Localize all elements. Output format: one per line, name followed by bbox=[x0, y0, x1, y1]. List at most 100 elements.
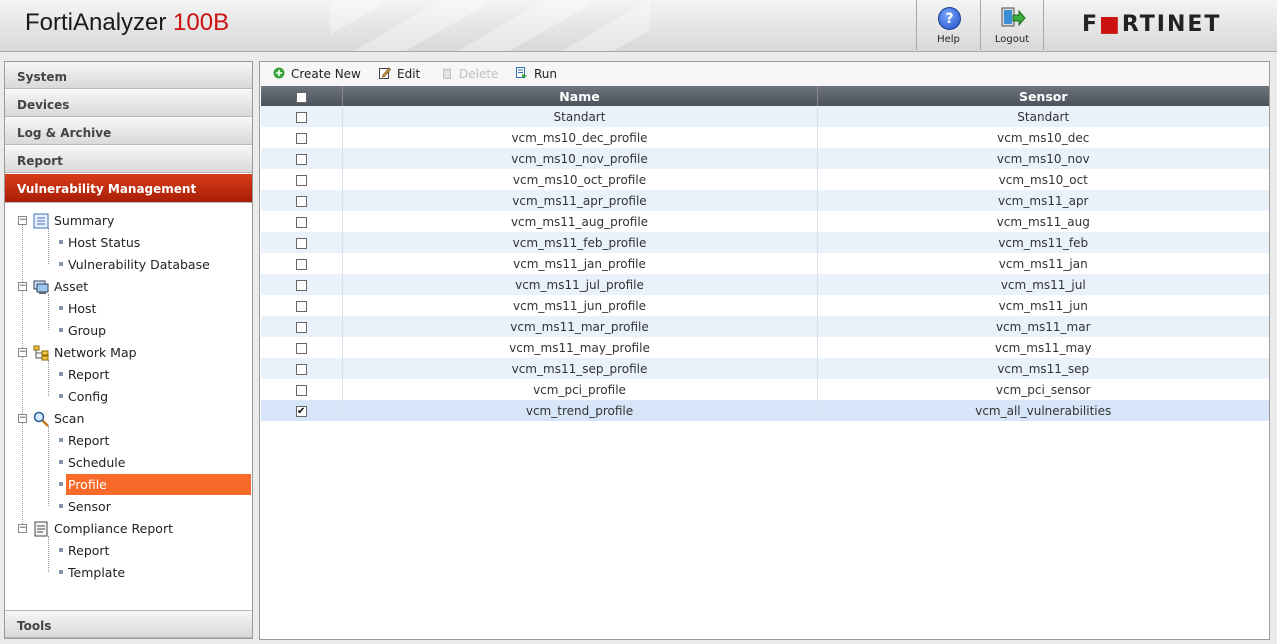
tree-vulnerability-database[interactable]: Vulnerability Database bbox=[68, 254, 210, 275]
collapse-toggle[interactable]: − bbox=[18, 414, 27, 423]
tree-scan[interactable]: Scan bbox=[54, 408, 84, 429]
profile-name-cell: vcm_ms11_sep_profile bbox=[341, 358, 817, 379]
tree-host[interactable]: Host bbox=[68, 298, 96, 319]
row-checkbox[interactable] bbox=[295, 195, 307, 207]
table-row[interactable]: vcm_ms10_nov_profile vcm_ms10_nov bbox=[261, 148, 1269, 169]
profile-name-cell: Standart bbox=[341, 106, 817, 127]
select-all-checkbox[interactable] bbox=[295, 91, 307, 103]
row-checkbox[interactable] bbox=[295, 111, 307, 123]
profile-name-cell: vcm_ms11_may_profile bbox=[341, 337, 817, 358]
tree-compliance-report-report[interactable]: Report bbox=[68, 540, 109, 561]
profile-name-cell: vcm_ms10_oct_profile bbox=[341, 169, 817, 190]
table-row[interactable]: vcm_ms11_mar_profile vcm_ms11_mar bbox=[261, 316, 1269, 337]
table-row[interactable]: vcm_ms11_jul_profile vcm_ms11_jul bbox=[261, 274, 1269, 295]
column-header-name[interactable]: Name bbox=[341, 86, 817, 106]
nav-tools[interactable]: Tools bbox=[5, 610, 252, 638]
profile-table: Name Sensor Standart Standart vcm_ms10_dec… bbox=[261, 86, 1269, 421]
tree-scan-schedule[interactable]: Schedule bbox=[68, 452, 125, 473]
row-checkbox[interactable] bbox=[295, 342, 307, 354]
bullet-icon bbox=[59, 306, 63, 310]
collapse-toggle[interactable]: − bbox=[18, 524, 27, 533]
sensor-cell: vcm_pci_sensor bbox=[816, 379, 1269, 400]
row-checkbox[interactable] bbox=[295, 258, 307, 270]
create-new-label: Create New bbox=[291, 67, 361, 81]
row-checkbox[interactable] bbox=[295, 216, 307, 228]
plus-icon bbox=[273, 67, 285, 79]
collapse-toggle[interactable]: − bbox=[18, 216, 27, 225]
fortinet-logo: F■RTINET bbox=[1082, 12, 1222, 37]
tree-host-status[interactable]: Host Status bbox=[68, 232, 140, 253]
create-new-button[interactable]: Create New bbox=[273, 67, 361, 81]
tree-scan-sensor[interactable]: Sensor bbox=[68, 496, 111, 517]
row-select-cell bbox=[261, 106, 342, 127]
run-button[interactable]: Run bbox=[516, 67, 557, 81]
table-row[interactable]: vcm_ms11_aug_profile vcm_ms11_aug bbox=[261, 211, 1269, 232]
row-checkbox[interactable] bbox=[295, 300, 307, 312]
tree-group[interactable]: Group bbox=[68, 320, 106, 341]
table-row[interactable]: vcm_ms10_oct_profile vcm_ms10_oct bbox=[261, 169, 1269, 190]
compliance-report-icon bbox=[34, 521, 48, 537]
sidebar: System Devices Log & Archive Report Vuln… bbox=[4, 61, 253, 639]
toolbar: Create New Edit Delete Run bbox=[260, 62, 1269, 86]
row-checkbox[interactable]: ✔ bbox=[295, 405, 307, 417]
edit-icon bbox=[379, 67, 391, 79]
tree-connector bbox=[48, 228, 49, 264]
app-title: FortiAnalyzer 100B bbox=[25, 9, 229, 37]
logout-button[interactable]: Logout bbox=[980, 0, 1044, 50]
summary-icon bbox=[33, 213, 49, 229]
sensor-cell: vcm_ms11_jan bbox=[816, 253, 1269, 274]
row-checkbox[interactable] bbox=[295, 279, 307, 291]
nav-log-archive[interactable]: Log & Archive bbox=[5, 118, 252, 145]
table-row[interactable]: vcm_ms11_jan_profile vcm_ms11_jan bbox=[261, 253, 1269, 274]
tree-network-map[interactable]: Network Map bbox=[54, 342, 137, 363]
tree-asset[interactable]: Asset bbox=[54, 276, 88, 297]
magnifier-icon bbox=[33, 411, 49, 427]
table-header-row: Name Sensor bbox=[261, 86, 1269, 106]
tree-compliance-report[interactable]: Compliance Report bbox=[54, 518, 173, 539]
edit-label: Edit bbox=[397, 67, 421, 81]
tree-connector bbox=[48, 426, 49, 506]
table-row[interactable]: vcm_ms11_sep_profile vcm_ms11_sep bbox=[261, 358, 1269, 379]
nav-report[interactable]: Report bbox=[5, 146, 252, 173]
table-row[interactable]: vcm_pci_profile vcm_pci_sensor bbox=[261, 379, 1269, 400]
row-checkbox[interactable] bbox=[295, 153, 307, 165]
row-checkbox[interactable] bbox=[295, 132, 307, 144]
table-row[interactable]: ✔ vcm_trend_profile vcm_all_vulnerabilitie… bbox=[261, 400, 1269, 421]
tree-summary[interactable]: Summary bbox=[54, 210, 114, 231]
nav-vulnerability-management[interactable]: Vulnerability Management bbox=[5, 174, 252, 203]
row-checkbox[interactable] bbox=[295, 237, 307, 249]
table-row[interactable]: vcm_ms11_may_profile vcm_ms11_may bbox=[261, 337, 1269, 358]
collapse-toggle[interactable]: − bbox=[18, 282, 27, 291]
row-select-cell bbox=[261, 148, 342, 169]
logout-label: Logout bbox=[994, 34, 1030, 45]
table-row[interactable]: vcm_ms10_dec_profile vcm_ms10_dec bbox=[261, 127, 1269, 148]
tree-scan-report[interactable]: Report bbox=[68, 430, 109, 451]
tree-network-map-report[interactable]: Report bbox=[68, 364, 109, 385]
column-header-sensor[interactable]: Sensor bbox=[816, 86, 1269, 106]
collapse-toggle[interactable]: − bbox=[18, 348, 27, 357]
nav-system[interactable]: System bbox=[5, 62, 252, 89]
tree-compliance-template[interactable]: Template bbox=[68, 562, 125, 583]
profile-name-cell: vcm_ms11_jan_profile bbox=[341, 253, 817, 274]
nav-devices[interactable]: Devices bbox=[5, 90, 252, 117]
row-select-cell bbox=[261, 316, 342, 337]
profile-name-cell: vcm_trend_profile bbox=[341, 400, 817, 421]
tree-scan-profile[interactable]: Profile bbox=[66, 474, 251, 495]
row-checkbox[interactable] bbox=[295, 174, 307, 186]
table-row[interactable]: Standart Standart bbox=[261, 106, 1269, 127]
row-checkbox[interactable] bbox=[295, 384, 307, 396]
tree-network-map-config[interactable]: Config bbox=[68, 386, 108, 407]
profile-name-cell: vcm_ms11_mar_profile bbox=[341, 316, 817, 337]
row-checkbox[interactable] bbox=[295, 363, 307, 375]
tree-connector bbox=[48, 536, 49, 572]
table-row[interactable]: vcm_ms11_apr_profile vcm_ms11_apr bbox=[261, 190, 1269, 211]
table-row[interactable]: vcm_ms11_feb_profile vcm_ms11_feb bbox=[261, 232, 1269, 253]
delete-button[interactable]: Delete bbox=[441, 67, 498, 81]
table-row[interactable]: vcm_ms11_jun_profile vcm_ms11_jun bbox=[261, 295, 1269, 316]
help-button[interactable]: ? Help bbox=[916, 0, 980, 50]
row-checkbox[interactable] bbox=[295, 321, 307, 333]
profile-name-cell: vcm_ms11_feb_profile bbox=[341, 232, 817, 253]
bullet-icon bbox=[59, 262, 63, 266]
sensor-cell: Standart bbox=[816, 106, 1269, 127]
edit-button[interactable]: Edit bbox=[379, 67, 420, 81]
